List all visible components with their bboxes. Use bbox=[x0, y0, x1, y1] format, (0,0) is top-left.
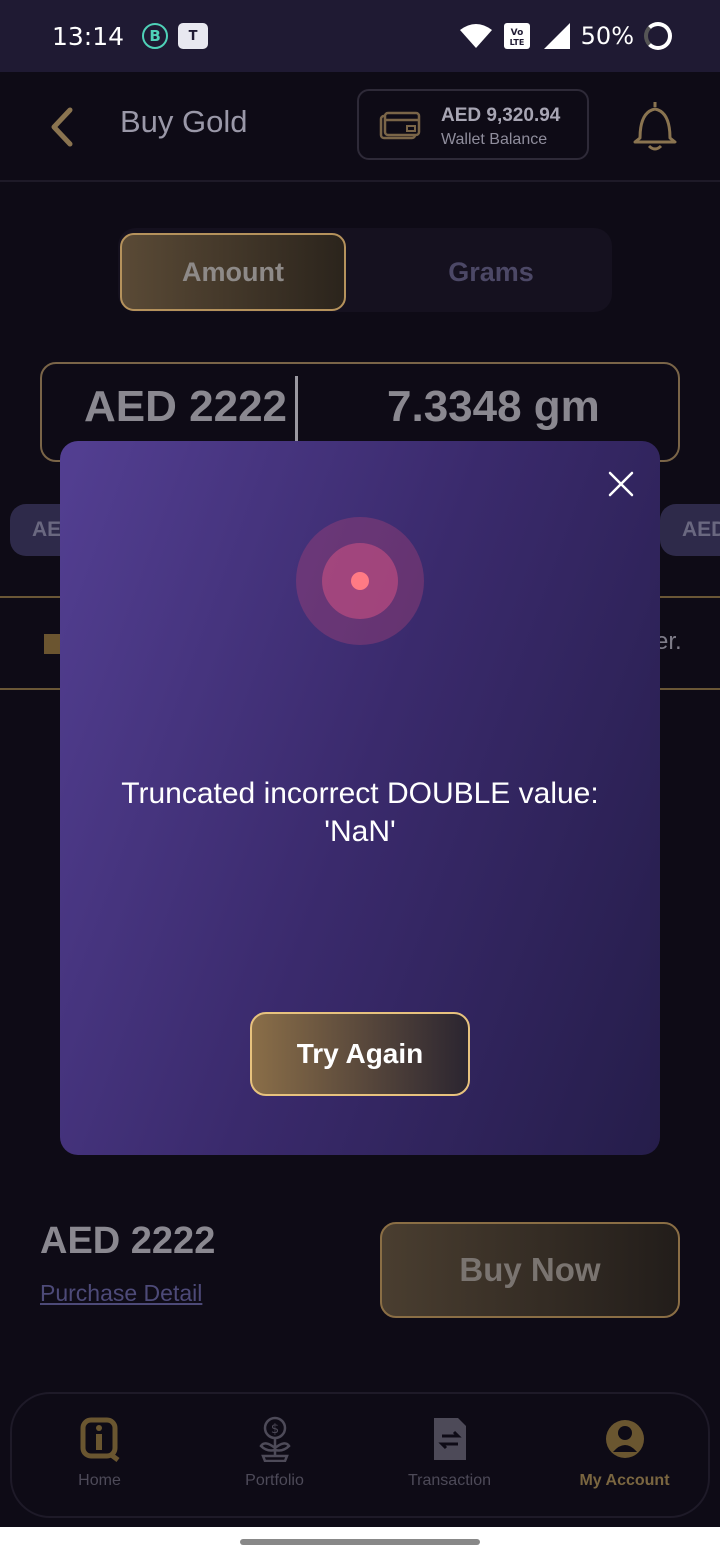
svg-text:$: $ bbox=[271, 1422, 279, 1437]
page-title: Buy Gold bbox=[120, 104, 248, 139]
nav-label-portfolio: Portfolio bbox=[245, 1472, 304, 1489]
purchase-detail-link[interactable]: Purchase Detail bbox=[40, 1280, 202, 1307]
home-logo-icon bbox=[80, 1417, 120, 1462]
error-pulse-ring bbox=[322, 543, 398, 619]
signal-icon bbox=[543, 23, 570, 49]
error-dialog: Truncated incorrect DOUBLE value: 'NaN' … bbox=[60, 441, 660, 1155]
wallet-balance-box[interactable]: AED 9,320.94 Wallet Balance bbox=[357, 89, 589, 160]
svg-text:LTE: LTE bbox=[509, 38, 524, 47]
status-bar: 13:14 B T Vo LTE 50% bbox=[0, 0, 720, 72]
volte-icon: Vo LTE bbox=[503, 23, 530, 49]
nav-item-my-account[interactable]: My Account bbox=[537, 1394, 712, 1520]
error-message: Truncated incorrect DOUBLE value: 'NaN' bbox=[121, 777, 599, 848]
nav-label-transaction: Transaction bbox=[408, 1472, 491, 1489]
receipt-icon bbox=[434, 1418, 466, 1460]
b-app-icon: B bbox=[142, 23, 169, 49]
system-nav-bar bbox=[0, 1527, 720, 1560]
try-again-button[interactable]: Try Again bbox=[250, 1012, 470, 1096]
close-icon[interactable] bbox=[604, 467, 638, 501]
grams-equivalent: 7.3348 gm bbox=[387, 382, 600, 431]
text-cursor bbox=[295, 376, 298, 444]
preset-chip-right[interactable]: AED bbox=[660, 504, 720, 556]
wallet-card-icon bbox=[379, 111, 421, 140]
nav-label-home: Home bbox=[78, 1472, 121, 1489]
nav-item-portfolio[interactable]: $ Portfolio bbox=[187, 1394, 362, 1520]
wallet-amount: AED 9,320.94 bbox=[441, 105, 561, 126]
nav-label-my-account: My Account bbox=[579, 1472, 670, 1489]
svg-text:Vo: Vo bbox=[510, 28, 523, 38]
amount-input-value[interactable]: AED 2222 bbox=[84, 382, 287, 432]
tab-amount[interactable]: Amount bbox=[120, 233, 346, 311]
money-plant-icon: $ bbox=[259, 1416, 291, 1462]
buy-now-button[interactable]: Buy Now bbox=[380, 1222, 680, 1318]
status-time: 13:14 bbox=[52, 21, 125, 51]
bell-icon[interactable] bbox=[630, 98, 680, 154]
account-circle-icon bbox=[606, 1420, 644, 1458]
bottom-nav: Home $ Portfolio Transaction My Account bbox=[10, 1392, 710, 1518]
total-amount: AED 2222 bbox=[40, 1220, 216, 1262]
nav-item-transaction[interactable]: Transaction bbox=[362, 1394, 537, 1520]
error-dot bbox=[351, 572, 369, 590]
tab-grams[interactable]: Grams bbox=[378, 233, 604, 311]
header: Buy Gold AED 9,320.94 Wallet Balance bbox=[0, 72, 720, 182]
amount-grams-toggle: Amount Grams bbox=[118, 228, 612, 312]
error-pulse-icon bbox=[296, 517, 424, 645]
status-right: Vo LTE 50% bbox=[459, 22, 672, 50]
battery-percent: 50% bbox=[580, 22, 634, 50]
back-arrow-icon[interactable] bbox=[42, 102, 82, 152]
wallet-label: Wallet Balance bbox=[441, 131, 548, 148]
home-gesture-pill[interactable] bbox=[240, 1539, 480, 1545]
nav-item-home[interactable]: Home bbox=[12, 1394, 187, 1520]
battery-icon bbox=[644, 22, 672, 50]
wifi-icon bbox=[459, 24, 492, 48]
teams-icon: T bbox=[178, 23, 209, 49]
